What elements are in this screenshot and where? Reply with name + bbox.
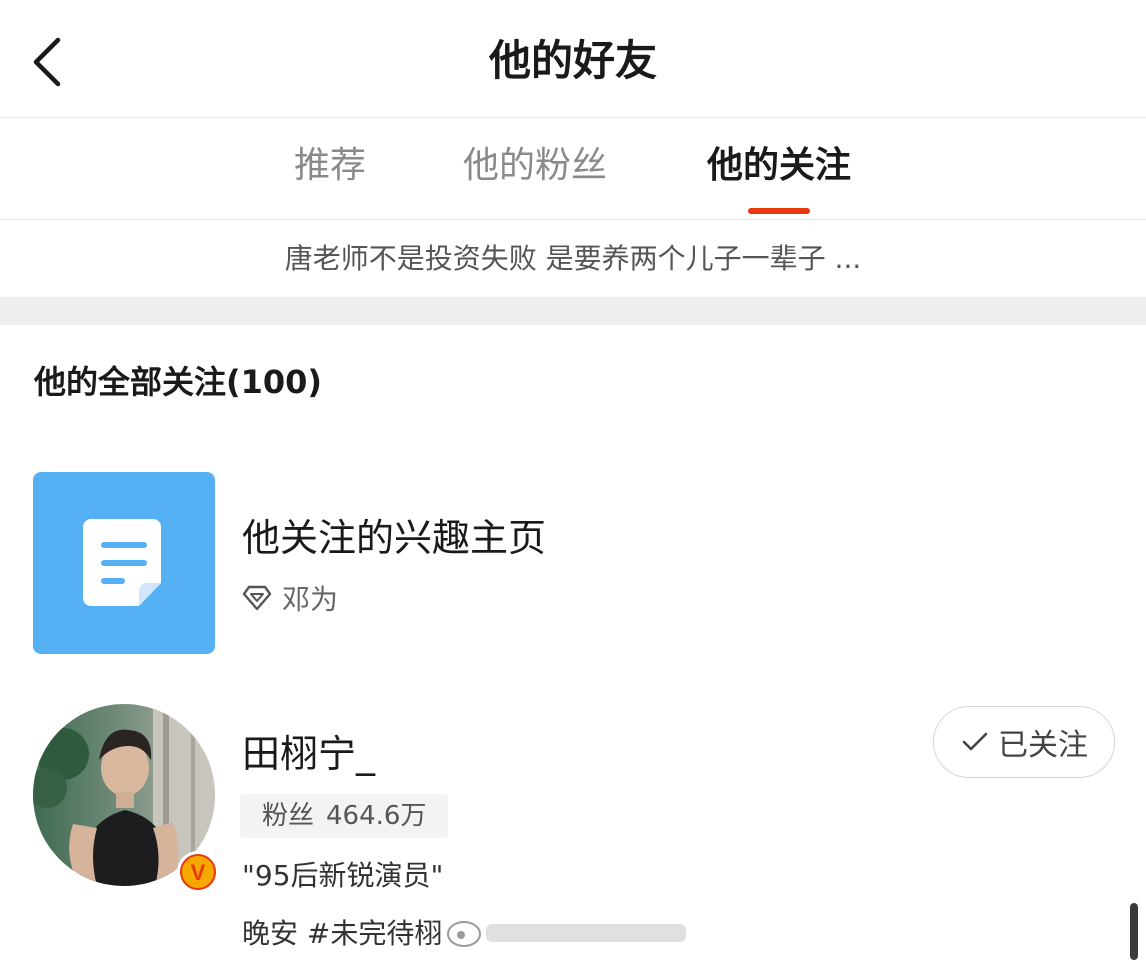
tab-bar: 推荐 他的粉丝 他的关注: [0, 118, 1146, 220]
section-title: 他的全部关注(100): [34, 363, 323, 401]
weibo-logo-icon: [447, 921, 686, 947]
verified-badge-icon: V: [176, 850, 220, 894]
watermark-overlay: [446, 912, 696, 952]
tab-his-following[interactable]: 他的关注: [704, 144, 854, 214]
interest-subtitle: 邓为: [242, 578, 338, 618]
interest-title: 他关注的兴趣主页: [242, 516, 547, 560]
tab-label: 他的粉丝: [462, 145, 607, 186]
scrollbar-thumb[interactable]: [1130, 903, 1138, 960]
fans-count: 464.6万: [326, 801, 427, 831]
interest-tile: [33, 472, 215, 654]
tab-label: 推荐: [293, 145, 366, 186]
page-title: 他的好友: [488, 36, 657, 85]
user-latest-post: 晚安 #未完待栩: [242, 917, 443, 950]
diamond-icon: [242, 585, 272, 611]
chevron-left-icon: [33, 37, 61, 87]
user-name: 田栩宁_: [242, 732, 376, 776]
fans-count-badge: 粉丝 464.6万: [240, 794, 449, 838]
following-button[interactable]: 已关注: [933, 706, 1115, 778]
active-tab-indicator: [748, 208, 810, 214]
tab-his-fans[interactable]: 他的粉丝: [460, 144, 610, 214]
document-icon: [83, 519, 161, 606]
section-divider: [0, 297, 1146, 325]
verified-badge-letter: V: [191, 860, 206, 885]
notice-banner[interactable]: 唐老师不是投资失败 是要养两个儿子一辈子 ...: [0, 221, 1146, 297]
check-icon: [962, 732, 988, 751]
tab-recommend[interactable]: 推荐: [292, 144, 368, 214]
user-description: "95后新锐演员": [242, 859, 444, 892]
tab-label: 他的关注: [706, 145, 851, 186]
interest-subtitle-text: 邓为: [282, 583, 339, 616]
interest-pages-item[interactable]: 他关注的兴趣主页 邓为: [0, 470, 1146, 656]
top-nav-bar: 他的好友: [0, 0, 1146, 118]
following-button-label: 已关注: [998, 728, 1088, 763]
fans-label: 粉丝: [262, 801, 315, 831]
back-button[interactable]: [22, 30, 82, 90]
